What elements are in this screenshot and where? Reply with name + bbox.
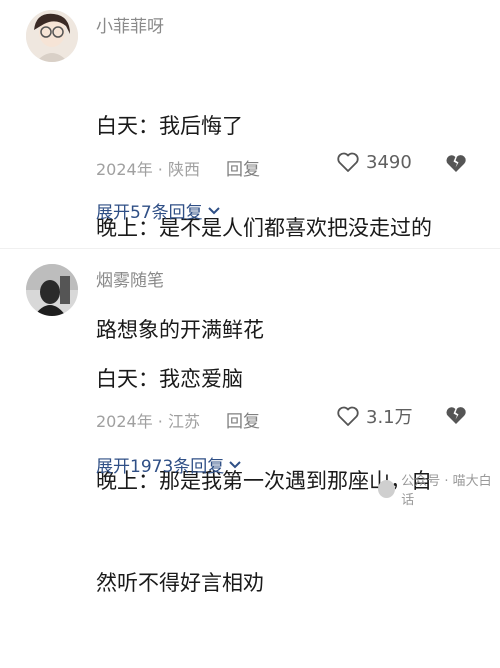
heart-outline-icon — [337, 152, 359, 172]
watermark-text: 公众号 · 喵大白话 — [401, 474, 492, 508]
broken-heart-icon — [446, 407, 466, 424]
like-count: 3.1万 — [366, 407, 413, 428]
avatar[interactable] — [26, 264, 78, 316]
comment-line: 白天：我后悔了 — [96, 114, 243, 138]
expand-replies-label: 展开1973条回复 — [96, 457, 225, 477]
divider — [0, 248, 500, 249]
dislike-button[interactable] — [445, 405, 467, 429]
username[interactable]: 烟雾随笔 — [96, 266, 164, 291]
heart-outline-icon — [337, 406, 359, 426]
reply-button[interactable]: 回复 — [226, 155, 260, 180]
chevron-down-icon — [229, 460, 241, 468]
expand-replies-button[interactable]: 展开1973条回复 — [96, 452, 242, 477]
watermark: 公众号 · 喵大白话 — [378, 470, 500, 508]
expand-replies-button[interactable]: 展开57条回复 — [96, 198, 221, 223]
like-count: 3490 — [366, 151, 412, 173]
chevron-down-icon — [207, 206, 220, 214]
reply-button[interactable]: 回复 — [226, 407, 260, 432]
comment-line: 白天：我恋爱脑 — [96, 367, 243, 391]
avatar[interactable] — [26, 10, 78, 62]
like-button[interactable]: 3.1万 — [336, 403, 413, 429]
broken-heart-icon — [446, 155, 466, 172]
comment-meta: 2024年 · 陕西 回复 — [96, 155, 260, 181]
date-location: 2024年 · 江苏 — [96, 411, 200, 431]
comment-meta: 2024年 · 江苏 回复 — [96, 407, 260, 433]
like-button[interactable]: 3490 — [336, 151, 412, 173]
date-location: 2024年 · 陕西 — [96, 159, 200, 179]
comment-line: 然听不得好言相劝 — [96, 571, 264, 595]
dislike-button[interactable] — [445, 153, 467, 177]
username[interactable]: 小菲菲呀 — [96, 12, 164, 37]
expand-replies-label: 展开57条回复 — [96, 203, 203, 223]
wechat-official-account-icon — [378, 480, 396, 498]
